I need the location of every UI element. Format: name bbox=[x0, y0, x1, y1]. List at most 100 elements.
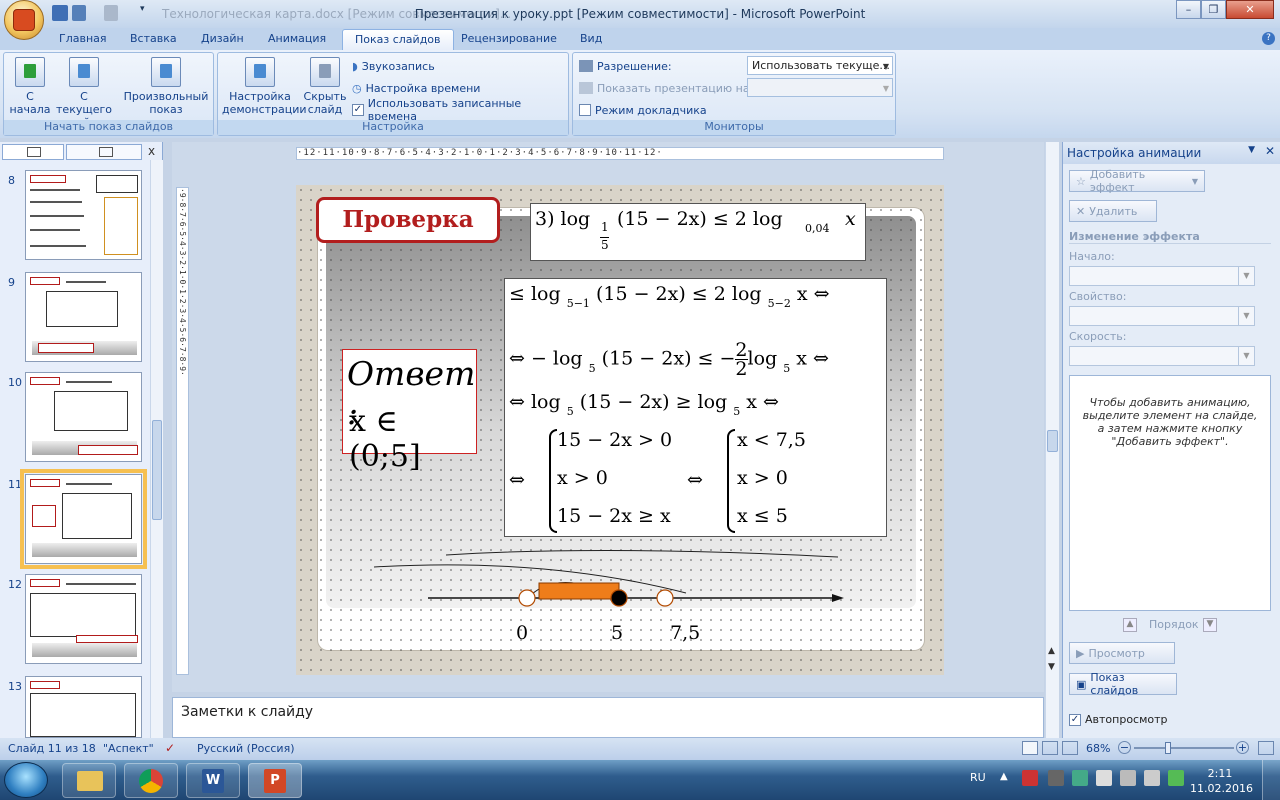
show-desktop-button[interactable] bbox=[1262, 760, 1280, 800]
from-current-button[interactable]: С текущего слайда bbox=[52, 57, 116, 129]
point-label-5: 5 bbox=[611, 622, 624, 644]
tray-expand-icon[interactable]: ▲ bbox=[1000, 771, 1008, 782]
slide-thumbnail-9[interactable] bbox=[25, 272, 142, 362]
remove-button[interactable]: ✕ Удалить bbox=[1069, 200, 1157, 222]
step-1-exp: −1 bbox=[573, 297, 590, 310]
tab-insert[interactable]: Вставка bbox=[118, 29, 189, 50]
tab-home[interactable]: Главная bbox=[47, 29, 119, 50]
tab-design[interactable]: Дизайн bbox=[189, 29, 256, 50]
powerpoint-taskbar-button[interactable]: P bbox=[248, 763, 302, 798]
property-select[interactable]: ▼ bbox=[1069, 306, 1255, 326]
close-pane-icon[interactable]: ✕ bbox=[1265, 144, 1275, 158]
office-button[interactable] bbox=[4, 0, 44, 40]
start-button[interactable] bbox=[4, 762, 48, 798]
animation-list[interactable]: Чтобы добавить анимацию, выделите элемен… bbox=[1069, 375, 1271, 611]
pane-menu-icon[interactable]: ▼ bbox=[1248, 145, 1255, 155]
spellcheck-icon[interactable]: ✓ bbox=[165, 741, 175, 755]
slideshow-button[interactable]: ▣ Показ слайдов bbox=[1069, 671, 1177, 697]
step-3-post: (15 − 2x) ≥ log bbox=[573, 391, 734, 413]
add-effect-button[interactable]: ☆ Добавить эффект ▼ bbox=[1069, 168, 1205, 194]
network-icon[interactable] bbox=[1120, 770, 1136, 786]
prev-slide-icon[interactable]: ▲ bbox=[1048, 646, 1055, 656]
answer-box[interactable]: Ответ : x ∈ (0;5] bbox=[342, 349, 477, 474]
slide-title[interactable]: Проверка bbox=[316, 197, 500, 243]
slide-number: 11 bbox=[8, 478, 22, 491]
start-select[interactable]: ▼ bbox=[1069, 266, 1255, 286]
equiv-1: ⇔ bbox=[509, 469, 525, 491]
thumb-title bbox=[30, 579, 60, 587]
from-start-button[interactable]: С начала bbox=[8, 57, 52, 116]
volume-icon[interactable] bbox=[1144, 770, 1160, 786]
zoom-level[interactable]: 68% bbox=[1086, 742, 1110, 755]
tab-animation[interactable]: Анимация bbox=[256, 29, 338, 50]
thumb-line bbox=[66, 583, 136, 585]
move-up-icon[interactable]: ▲ bbox=[1123, 618, 1137, 632]
presenter-view-checkbox[interactable]: Режим докладчика bbox=[579, 101, 707, 119]
word-taskbar-button[interactable]: W bbox=[186, 763, 240, 798]
restore-button[interactable]: ❐ bbox=[1201, 0, 1226, 19]
chrome-taskbar-button[interactable] bbox=[124, 763, 178, 798]
close-panel-icon[interactable]: x bbox=[148, 144, 155, 158]
slideshow-view-icon[interactable] bbox=[1062, 741, 1078, 755]
zoom-slider-thumb[interactable] bbox=[1164, 742, 1171, 754]
preview-button[interactable]: ▶ Просмотр bbox=[1069, 642, 1175, 664]
tab-view[interactable]: Вид bbox=[568, 29, 614, 50]
tab-review[interactable]: Рецензирование bbox=[449, 29, 569, 50]
custom-show-button[interactable]: Произвольный показ bbox=[122, 57, 210, 116]
slide-thumbnail-13[interactable] bbox=[25, 676, 142, 738]
speed-select[interactable]: ▼ bbox=[1069, 346, 1255, 366]
slides-scrollbar[interactable] bbox=[150, 160, 163, 738]
zoom-out-icon[interactable]: − bbox=[1118, 741, 1131, 754]
language-label[interactable]: Русский (Россия) bbox=[197, 742, 295, 755]
slides-tab[interactable] bbox=[2, 144, 64, 160]
preview-label: Просмотр bbox=[1088, 646, 1145, 660]
flag-icon[interactable] bbox=[1096, 770, 1112, 786]
solution-box[interactable]: ≤ log 5−1 (15 − 2x) ≤ 2 log 5−2 x ⇔ ⇔ − … bbox=[504, 278, 887, 537]
move-down-icon[interactable]: ▼ bbox=[1203, 618, 1217, 632]
use-timings-checkbox[interactable]: ✓ Использовать записанные времена bbox=[352, 97, 568, 123]
setup-show-button[interactable]: Настройка демонстрации bbox=[222, 57, 307, 116]
slide-thumbnail-8[interactable] bbox=[25, 170, 142, 260]
outline-tab[interactable] bbox=[66, 144, 142, 160]
slide-number: 9 bbox=[8, 276, 15, 289]
scroll-thumb[interactable] bbox=[1047, 430, 1058, 452]
tray-app-icon[interactable] bbox=[1048, 770, 1064, 786]
powerpoint-icon: P bbox=[264, 769, 286, 793]
autopreview-checkbox[interactable]: ✓ Автопросмотр bbox=[1069, 713, 1168, 726]
keyboard-language[interactable]: RU bbox=[970, 771, 986, 784]
play-from-start-icon bbox=[15, 57, 45, 87]
slide-thumbnail-11[interactable] bbox=[20, 469, 147, 569]
normal-view-icon[interactable] bbox=[1022, 741, 1038, 755]
next-slide-icon[interactable]: ▼ bbox=[1048, 662, 1055, 672]
hide-slide-button[interactable]: Скрыть слайд bbox=[302, 57, 348, 116]
close-button[interactable]: ✕ bbox=[1226, 0, 1274, 19]
slide-thumbnail-12[interactable] bbox=[25, 574, 142, 664]
minimize-button[interactable]: – bbox=[1176, 0, 1201, 19]
animation-pane-title: Настройка анимации bbox=[1067, 146, 1202, 160]
editor-scrollbar[interactable]: ▲ ▼ bbox=[1045, 142, 1059, 738]
scroll-thumb[interactable] bbox=[152, 420, 162, 520]
tab-slideshow[interactable]: Показ слайдов bbox=[342, 29, 454, 50]
tray-app-icon[interactable] bbox=[1168, 770, 1184, 786]
tray-app-icon[interactable] bbox=[1022, 770, 1038, 786]
step-3-end: x ⇔ bbox=[740, 391, 779, 413]
resolution-select[interactable]: Использовать текуще... ▼ bbox=[747, 56, 893, 75]
slide-thumbnail-10[interactable] bbox=[25, 372, 142, 462]
clock[interactable]: 2:11 11.02.2016 bbox=[1190, 766, 1253, 796]
show-on-select[interactable]: ▼ bbox=[747, 78, 893, 97]
record-narration-button[interactable]: ◗ Звукозапись bbox=[352, 57, 435, 75]
thumb-title bbox=[30, 681, 60, 689]
explorer-taskbar-button[interactable] bbox=[62, 763, 116, 798]
problem-box[interactable]: 3) log 1 5 (15 − 2x) ≤ 2 log 0,04 x bbox=[530, 203, 866, 261]
fit-to-window-icon[interactable] bbox=[1258, 741, 1274, 755]
tray-app-icon[interactable] bbox=[1072, 770, 1088, 786]
hide-slide-label: Скрыть слайд bbox=[303, 90, 347, 116]
help-icon[interactable]: ? bbox=[1262, 32, 1275, 45]
rehearse-timings-button[interactable]: ◷ Настройка времени bbox=[352, 79, 480, 97]
zoom-in-icon[interactable]: + bbox=[1236, 741, 1249, 754]
zoom-slider[interactable] bbox=[1134, 742, 1234, 754]
notes-pane[interactable]: Заметки к слайду bbox=[172, 697, 1044, 738]
start-label: Начало: bbox=[1069, 250, 1115, 263]
sorter-view-icon[interactable] bbox=[1042, 741, 1058, 755]
group-monitors: Разрешение: Использовать текуще... ▼ Пока… bbox=[572, 52, 896, 136]
